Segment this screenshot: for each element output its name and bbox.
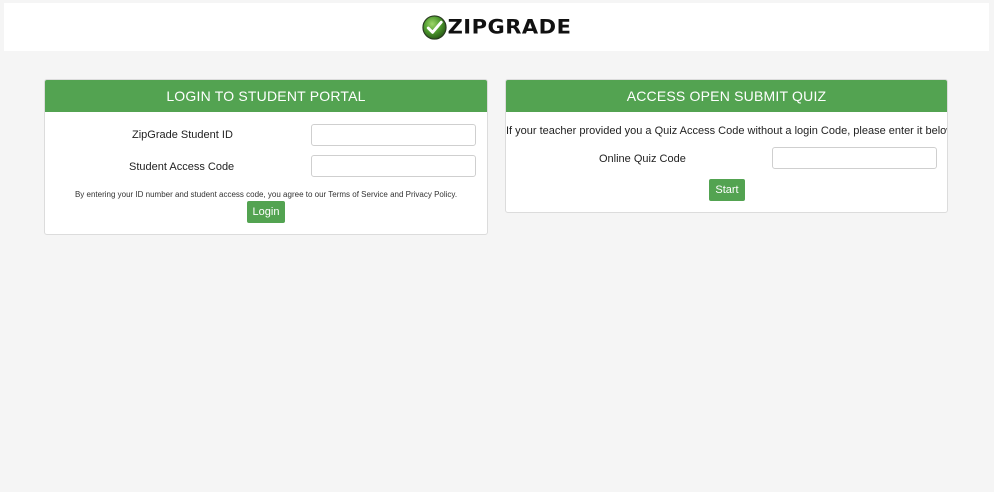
student-id-input[interactable] <box>311 124 476 146</box>
start-button[interactable]: Start <box>709 179 745 201</box>
quiz-code-instructions: If your teacher provided you a Quiz Acce… <box>506 125 948 137</box>
student-access-code-input[interactable] <box>311 155 476 177</box>
site-header: ZIPGRADE <box>4 3 989 51</box>
zipgrade-logo[interactable]: ZIPGRADE <box>421 14 572 40</box>
logo-text: ZIPGRADE <box>447 15 572 38</box>
student-access-code-label: Student Access Code <box>129 161 235 173</box>
login-button[interactable]: Login <box>247 201 285 223</box>
open-quiz-panel: ACCESS OPEN SUBMIT QUIZ If your teacher … <box>505 79 948 213</box>
student-id-label: ZipGrade Student ID <box>132 129 233 141</box>
open-quiz-title: ACCESS OPEN SUBMIT QUIZ <box>506 80 947 112</box>
online-quiz-code-input[interactable] <box>772 147 937 169</box>
student-login-title: LOGIN TO STUDENT PORTAL <box>45 80 487 112</box>
student-login-panel: LOGIN TO STUDENT PORTAL ZipGrade Student… <box>44 79 488 235</box>
terms-agreement-text: By entering your ID number and student a… <box>74 190 458 199</box>
check-circle-icon <box>421 14 447 40</box>
online-quiz-code-label: Online Quiz Code <box>599 153 686 165</box>
